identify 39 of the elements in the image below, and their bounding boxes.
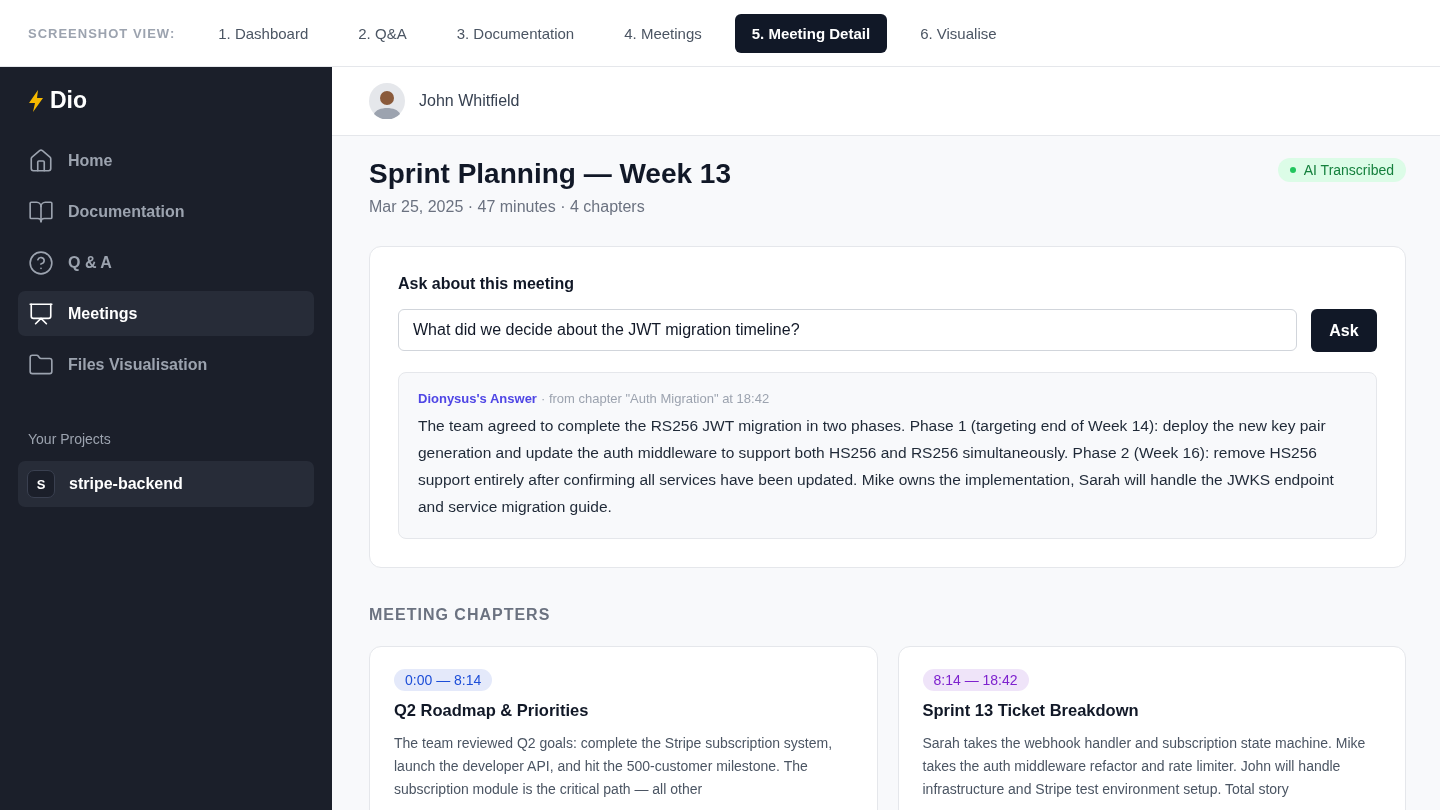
chapter-title: Q2 Roadmap & Priorities [394,701,590,720]
answer-source: · from chapter "Auth Migration" at 18:42 [540,391,770,406]
answer-author: Dionysus's Answer [418,391,537,406]
chapter-title: Sprint 13 Ticket Breakdown [922,701,1140,720]
view-tab[interactable]: 1. Dashboard [201,13,326,53]
chapter-summary: Sarah takes the webhook handler and subscription state machine. Mike takes the auth middleware refactor and rate limiter. John will handle infrastructure and Stripe test environment setup. Total story [922,734,1367,799]
view-tab[interactable]: 3. Documentation [439,13,592,53]
lightning-icon [28,89,44,112]
view-tab[interactable]: 6. Visualise [903,13,1014,53]
sidebar-item[interactable]: Documentation [18,189,314,234]
sidebar-item[interactable]: Meetings [18,291,314,336]
chapter-summary: The team reviewed Q2 goals: complete the Stripe subscription system, launch the developer API, and hit the 500-customer milestone. The subscription module is the critical path — all other [394,734,834,799]
home-icon [28,147,54,174]
answer-text: The team agreed to complete the RS256 JWT migration in two phases. Phase 1 (targeting end of Week 14): deploy the new key pair generation and update the auth middleware to support both HS256 and RS256 simultaneously. Phase 2 (Week 16): remove HS256 support entirely after confirming all services have been updated. Mike owns the implementation, Sarah will handle the JWKS endpoint and service migration guide. [418,416,1335,517]
ask-heading: Ask about this meeting [398,275,576,293]
projects-heading: Your Projects [27,431,112,447]
transcribed-badge: AI Transcribed [1277,158,1406,182]
book-icon [28,198,54,225]
help-icon [28,249,54,276]
sidebar-item[interactable]: Q & A [18,240,314,285]
meeting-title: Sprint Planning — Week 13 [369,158,731,190]
sidebar-item[interactable]: Files Visualisation [18,342,314,387]
screenshot-view-label: SCREENSHOT VIEW: [28,25,176,41]
presentation-icon [28,300,54,327]
project-initial: S [27,470,55,498]
sidebar-item[interactable]: Home [18,138,314,183]
user-name: John Whitfield [419,92,520,110]
chapter-time: 0:00 — 8:14 [394,669,493,691]
view-tab[interactable]: 5. Meeting Detail [734,13,888,53]
avatar [369,83,405,119]
chapters-heading: MEETING CHAPTERS [369,606,552,624]
chapter-time: 8:14 — 18:42 [922,669,1029,691]
meeting-meta: Mar 25, 2025 · 47 minutes · 4 chapters [369,198,646,216]
logo-text: Dio [50,87,88,114]
project-item[interactable]: S stripe-backend [18,461,314,507]
ask-button[interactable]: Ask [1311,309,1377,352]
view-tab[interactable]: 2. Q&A [341,13,424,53]
view-tab[interactable]: 4. Meetings [607,13,719,53]
question-input[interactable]: What did we decide about the JWT migration timeline? [398,309,1297,351]
